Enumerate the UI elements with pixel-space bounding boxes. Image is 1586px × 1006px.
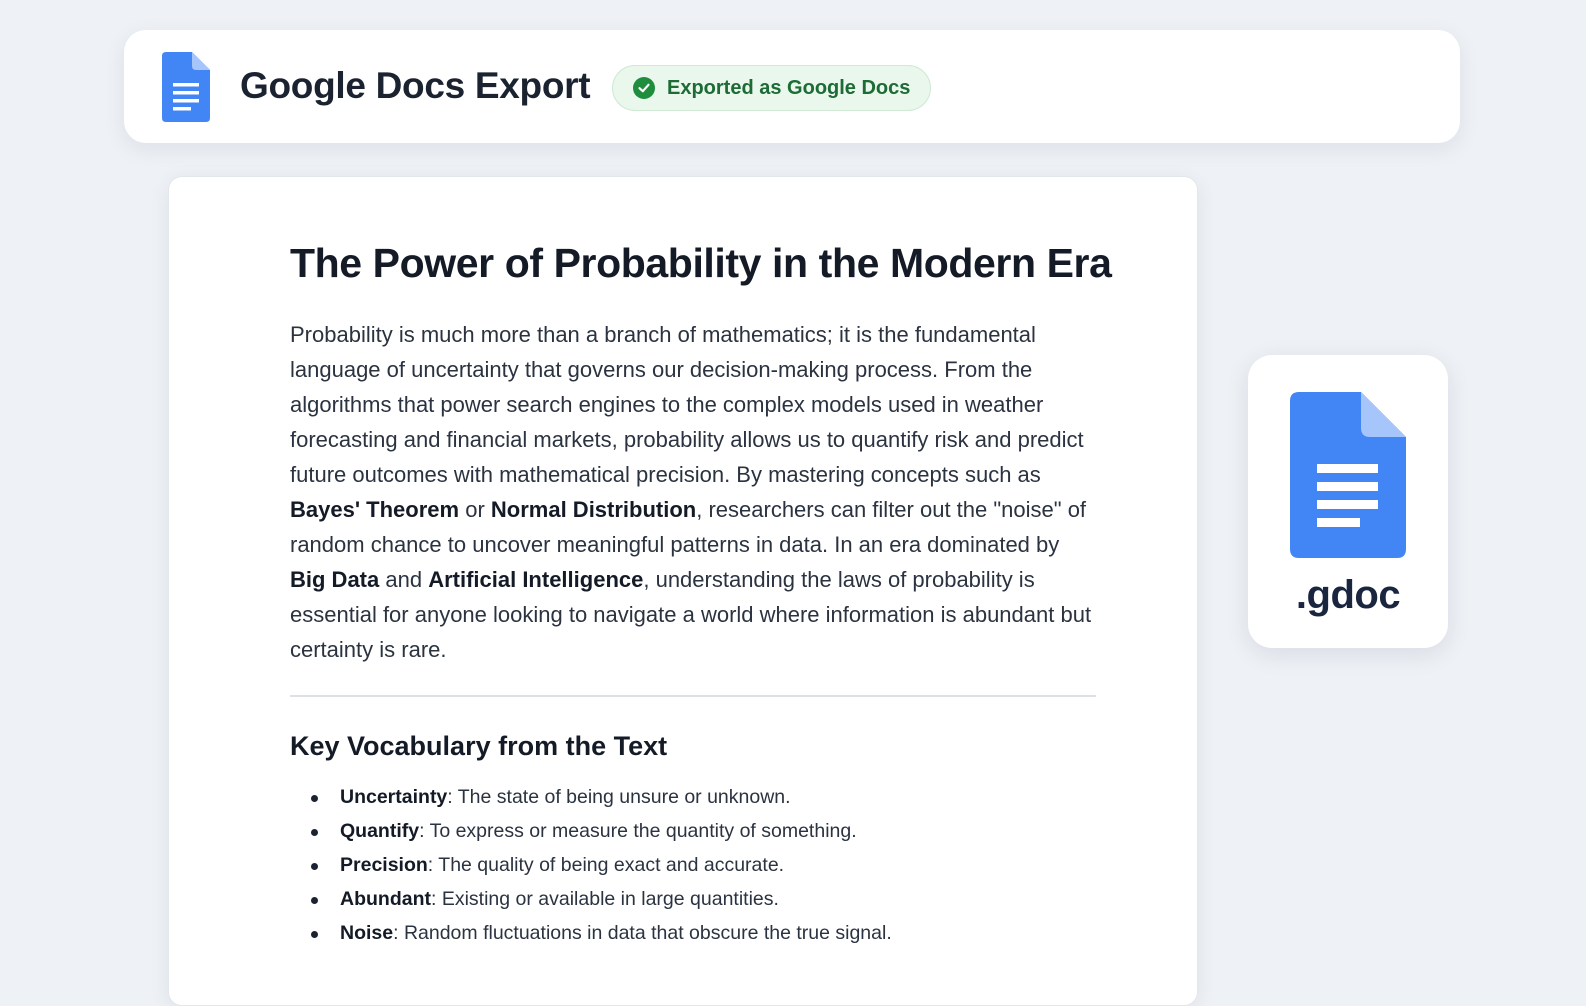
vocab-term: Noise: [340, 922, 394, 944]
vocab-definition: : The quality of being exact and accurat…: [427, 854, 785, 876]
bold-term: Artificial Intelligence: [428, 567, 644, 592]
list-item: Quantify: To express or measure the quan…: [290, 814, 1100, 848]
bullet: [311, 863, 318, 870]
bullet: [311, 897, 318, 904]
list-item: Precision: The quality of being exact an…: [290, 848, 1100, 882]
bold-term: Normal Distribution: [490, 497, 697, 522]
document-title: The Power of Probability in the Modern E…: [290, 240, 1112, 286]
list-item: Uncertainty: The state of being unsure o…: [290, 780, 1100, 814]
paragraph-text: and: [379, 567, 429, 592]
google-docs-file-icon: [1290, 392, 1406, 563]
bullet: [311, 829, 318, 836]
bold-term: Bayes' Theorem: [290, 497, 460, 522]
vocab-list: Uncertainty: The state of being unsure o…: [290, 780, 1100, 950]
document-preview: The Power of Probability in the Modern E…: [168, 176, 1198, 1006]
vocab-term: Precision: [340, 854, 428, 876]
google-docs-icon: [162, 52, 210, 127]
bullet: [311, 931, 318, 938]
export-header: Google Docs Export Exported as Google Do…: [124, 30, 1460, 143]
document-content: The Power of Probability in the Modern E…: [290, 237, 1112, 950]
vocab-definition: : Existing or available in large quantit…: [430, 888, 779, 910]
section-divider: [290, 695, 1096, 697]
check-circle-icon: [633, 77, 655, 99]
document-paragraph: Probability is much more than a branch o…: [290, 317, 1100, 667]
list-item: Abundant: Existing or available in large…: [290, 882, 1100, 916]
gdoc-file-card[interactable]: .gdoc: [1248, 355, 1448, 648]
export-status-badge: Exported as Google Docs: [612, 65, 932, 111]
paragraph-text: or: [459, 497, 491, 522]
bold-term: Big Data: [290, 567, 380, 592]
vocab-heading: Key Vocabulary from the Text: [290, 731, 668, 761]
vocab-definition: : To express or measure the quantity of …: [419, 820, 857, 842]
list-item: Noise: Random fluctuations in data that …: [290, 916, 1100, 950]
paragraph-text: Probability is much more than a branch o…: [290, 322, 1084, 487]
vocab-term: Quantify: [340, 820, 420, 842]
vocab-definition: : Random fluctuations in data that obscu…: [393, 922, 892, 944]
page-title: Google Docs Export: [240, 65, 591, 106]
file-extension-label: .gdoc: [1295, 573, 1401, 617]
vocab-term: Abundant: [340, 888, 431, 910]
bullet: [311, 795, 318, 802]
status-text: Exported as Google Docs: [667, 76, 911, 99]
vocab-definition: : The state of being unsure or unknown.: [447, 786, 791, 808]
vocab-term: Uncertainty: [340, 786, 448, 808]
